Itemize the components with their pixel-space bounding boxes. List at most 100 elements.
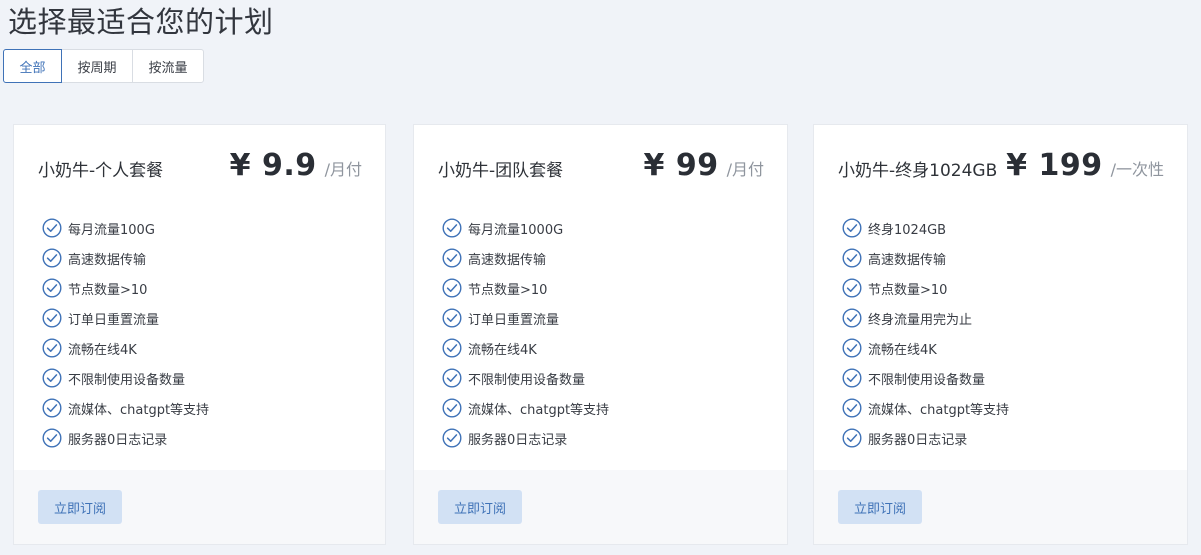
price-amount: ¥ 199 (1006, 148, 1103, 183)
feature-text: 流畅在线4K (68, 342, 137, 358)
feature-item: 流畅在线4K (442, 333, 609, 363)
feature-text: 高速数据传输 (868, 252, 947, 268)
plan-name: 小奶牛-团队套餐 (438, 161, 564, 181)
plan-price: ¥ 9.9 /月付 (230, 148, 362, 183)
feature-text: 流畅在线4K (468, 342, 537, 358)
feature-text: 服务器0日志记录 (68, 432, 168, 448)
feature-text: 订单日重置流量 (68, 312, 160, 328)
feature-list: 每月流量1000G 高速数据传输 节点数量>10 订单日重置流量 流畅在线4K … (442, 213, 609, 453)
plan-name: 小奶牛-终身1024GB (838, 161, 998, 181)
subscribe-button[interactable]: 立即订阅 (38, 490, 122, 524)
feature-item: 每月流量100G (42, 213, 209, 243)
check-circle-icon (442, 248, 462, 268)
feature-item: 订单日重置流量 (442, 303, 609, 333)
price-period: /一次性 (1110, 160, 1164, 179)
feature-item: 高速数据传输 (42, 243, 209, 273)
plan-price: ¥ 99 /月付 (644, 148, 764, 183)
feature-item: 终身流量用完为止 (842, 303, 1009, 333)
feature-item: 服务器0日志记录 (842, 423, 1009, 453)
plan-card-lifetime: 小奶牛-终身1024GB ¥ 199 /一次性 终身1024GB 高速数据传输 … (813, 124, 1188, 545)
feature-item: 节点数量>10 (442, 273, 609, 303)
feature-text: 每月流量100G (68, 222, 155, 238)
check-circle-icon (42, 278, 62, 298)
feature-text: 不限制使用设备数量 (868, 372, 986, 388)
plan-price: ¥ 199 /一次性 (1006, 148, 1164, 183)
feature-item: 高速数据传输 (442, 243, 609, 273)
feature-text: 终身流量用完为止 (868, 312, 973, 328)
filter-by-period-button[interactable]: 按周期 (61, 49, 133, 83)
feature-item: 终身1024GB (842, 213, 1009, 243)
price-amount: ¥ 99 (643, 148, 719, 183)
feature-text: 流媒体、chatgpt等支持 (468, 402, 610, 418)
check-circle-icon (42, 428, 62, 448)
plan-card-team: 小奶牛-团队套餐 ¥ 99 /月付 每月流量1000G 高速数据传输 节点数量>… (413, 124, 788, 545)
check-circle-icon (842, 338, 862, 358)
check-circle-icon (842, 398, 862, 418)
feature-item: 流畅在线4K (42, 333, 209, 363)
feature-item: 高速数据传输 (842, 243, 1009, 273)
check-circle-icon (442, 308, 462, 328)
card-footer: 立即订阅 (14, 470, 385, 544)
feature-text: 不限制使用设备数量 (468, 372, 586, 388)
price-period: /月付 (726, 160, 764, 179)
check-circle-icon (42, 368, 62, 388)
check-circle-icon (842, 278, 862, 298)
check-circle-icon (842, 218, 862, 238)
feature-item: 订单日重置流量 (42, 303, 209, 333)
feature-item: 流媒体、chatgpt等支持 (42, 393, 209, 423)
check-circle-icon (442, 368, 462, 388)
check-circle-icon (42, 248, 62, 268)
subscribe-button[interactable]: 立即订阅 (438, 490, 522, 524)
check-circle-icon (842, 368, 862, 388)
filter-by-traffic-button[interactable]: 按流量 (132, 49, 204, 83)
check-circle-icon (42, 308, 62, 328)
card-footer: 立即订阅 (414, 470, 787, 544)
check-circle-icon (442, 428, 462, 448)
feature-text: 订单日重置流量 (468, 312, 560, 328)
feature-text: 服务器0日志记录 (868, 432, 968, 448)
feature-item: 流媒体、chatgpt等支持 (842, 393, 1009, 423)
feature-item: 不限制使用设备数量 (842, 363, 1009, 393)
check-circle-icon (442, 398, 462, 418)
feature-item: 不限制使用设备数量 (42, 363, 209, 393)
feature-text: 节点数量>10 (468, 282, 548, 298)
feature-item: 服务器0日志记录 (442, 423, 609, 453)
feature-text: 流媒体、chatgpt等支持 (68, 402, 210, 418)
feature-text: 每月流量1000G (468, 222, 564, 238)
check-circle-icon (842, 428, 862, 448)
plan-name: 小奶牛-个人套餐 (38, 161, 164, 181)
feature-list: 终身1024GB 高速数据传输 节点数量>10 终身流量用完为止 流畅在线4K … (842, 213, 1009, 453)
check-circle-icon (42, 338, 62, 358)
feature-item: 节点数量>10 (842, 273, 1009, 303)
feature-text: 节点数量>10 (868, 282, 948, 298)
check-circle-icon (42, 218, 62, 238)
plan-card-personal: 小奶牛-个人套餐 ¥ 9.9 /月付 每月流量100G 高速数据传输 节点数量>… (13, 124, 386, 545)
check-circle-icon (442, 218, 462, 238)
check-circle-icon (842, 308, 862, 328)
feature-item: 流畅在线4K (842, 333, 1009, 363)
feature-item: 不限制使用设备数量 (442, 363, 609, 393)
check-circle-icon (842, 248, 862, 268)
check-circle-icon (42, 398, 62, 418)
feature-list: 每月流量100G 高速数据传输 节点数量>10 订单日重置流量 流畅在线4K 不… (42, 213, 209, 453)
feature-text: 高速数据传输 (468, 252, 547, 268)
feature-text: 高速数据传输 (68, 252, 147, 268)
page-title: 选择最适合您的计划 (8, 5, 274, 39)
feature-text: 服务器0日志记录 (468, 432, 568, 448)
check-circle-icon (442, 338, 462, 358)
feature-item: 每月流量1000G (442, 213, 609, 243)
plan-filter-tabs: 全部 按周期 按流量 (3, 49, 204, 83)
feature-item: 节点数量>10 (42, 273, 209, 303)
card-footer: 立即订阅 (814, 470, 1187, 544)
feature-item: 流媒体、chatgpt等支持 (442, 393, 609, 423)
check-circle-icon (442, 278, 462, 298)
feature-text: 流畅在线4K (868, 342, 937, 358)
feature-text: 终身1024GB (868, 222, 947, 238)
feature-text: 节点数量>10 (68, 282, 148, 298)
filter-all-button[interactable]: 全部 (3, 49, 62, 83)
price-period: /月付 (324, 160, 362, 179)
feature-item: 服务器0日志记录 (42, 423, 209, 453)
price-amount: ¥ 9.9 (229, 148, 317, 183)
feature-text: 流媒体、chatgpt等支持 (868, 402, 1010, 418)
subscribe-button[interactable]: 立即订阅 (838, 490, 922, 524)
